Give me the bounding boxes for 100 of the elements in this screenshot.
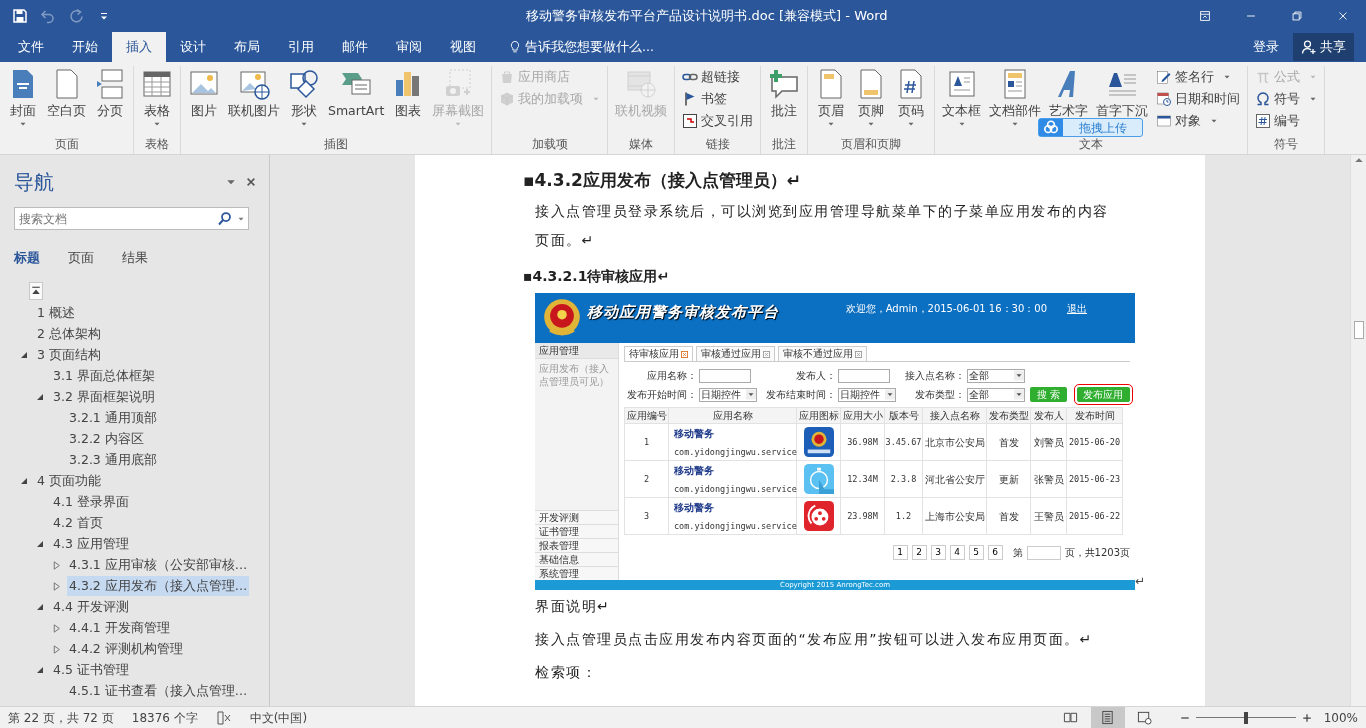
ribbon-button[interactable]: 签名行 (1152, 66, 1245, 88)
ribbon-tab[interactable]: 视图 (436, 32, 490, 62)
heading-item[interactable]: 3.2 界面框架说明 (51, 387, 238, 407)
ribbon-button[interactable]: 对象 (1152, 110, 1245, 132)
ribbon-button[interactable]: 文本框 (938, 66, 986, 128)
view-button[interactable] (1090, 707, 1125, 728)
ribbon-button[interactable]: 空白页 (43, 66, 90, 120)
ribbon-tab[interactable]: 插入 (112, 32, 166, 62)
collapsed-arrow-icon[interactable] (52, 644, 61, 654)
ribbon-tab[interactable]: 文件 (4, 32, 58, 62)
slider-thumb[interactable] (1243, 711, 1248, 724)
restore-icon[interactable] (1290, 9, 1304, 23)
ribbon-button[interactable]: 形状 (284, 66, 324, 128)
close-icon[interactable] (245, 176, 257, 188)
expanded-arrow-icon[interactable] (36, 603, 44, 611)
ribbon-button[interactable]: 封面 (3, 66, 43, 128)
ribbon-button[interactable]: 联机图片 (224, 66, 284, 120)
page-button[interactable]: 5 (968, 545, 984, 560)
zoom-in-icon[interactable] (1301, 712, 1312, 723)
select-field[interactable]: 全部 (966, 368, 1025, 383)
ribbon-button[interactable]: 交叉引用 (678, 110, 758, 132)
save-icon[interactable] (12, 8, 28, 24)
ribbon-button[interactable]: 符号 (1251, 88, 1322, 110)
tab[interactable]: 待审核应用 (624, 346, 693, 361)
collapse-all-button[interactable] (29, 281, 43, 300)
menu-item[interactable]: 开发评测 (535, 510, 618, 524)
tab[interactable]: 审核不通过应用 (778, 346, 867, 361)
sign-in-link[interactable]: 登录 (1239, 32, 1293, 62)
menu-item[interactable]: 基础信息 (535, 552, 618, 566)
page-input[interactable] (1026, 545, 1061, 560)
text-input[interactable] (838, 368, 891, 383)
heading-item[interactable]: 3.2.3 通用底部 (67, 450, 238, 470)
select-field[interactable]: 全部 (966, 387, 1025, 402)
ribbon-button[interactable]: 编号 (1251, 110, 1322, 132)
menu-item[interactable]: 报表管理 (535, 538, 618, 552)
menu-item[interactable]: 系统管理 (535, 566, 618, 580)
select-field[interactable]: 日期控件 (699, 387, 758, 402)
share-button[interactable]: 共享 (1293, 33, 1354, 61)
heading-item[interactable]: 3.1 界面总体框架 (51, 366, 238, 386)
expanded-arrow-icon[interactable] (20, 477, 28, 485)
collapsed-arrow-icon[interactable] (52, 560, 61, 570)
heading-item[interactable]: 4.3.2 应用发布（接入点管理… (67, 576, 250, 596)
zoom-level[interactable]: 100% (1323, 708, 1358, 727)
ribbon-button[interactable]: 日期和时间 (1152, 88, 1245, 110)
ribbon-button[interactable]: 首字下沉 (1092, 66, 1153, 120)
collapsed-arrow-icon[interactable] (52, 623, 61, 633)
upload-toast[interactable]: 拖拽上传 (1038, 118, 1143, 137)
expanded-arrow-icon[interactable] (36, 393, 44, 401)
heading-item[interactable]: 2 总体架构 (35, 324, 238, 344)
scrollbar[interactable] (1350, 155, 1366, 706)
tell-me-field[interactable]: 告诉我您想要做什么... (502, 36, 660, 58)
heading-item[interactable]: 4.3 应用管理 (51, 534, 238, 554)
pane-tab[interactable]: 结果 (108, 248, 162, 268)
page-button[interactable]: 2 (911, 545, 927, 560)
pane-tab[interactable]: 页面 (54, 248, 108, 268)
heading-item[interactable]: 4.5 证书管理 (51, 660, 238, 680)
heading-item[interactable]: 3.2.1 通用顶部 (67, 408, 238, 428)
ribbon-tab[interactable]: 布局 (220, 32, 274, 62)
expanded-arrow-icon[interactable] (20, 351, 28, 359)
heading-item[interactable]: 4.4 开发评测 (51, 597, 238, 617)
heading-item[interactable]: 4.4.1 开发商管理 (67, 618, 238, 638)
page-button[interactable]: 1 (892, 545, 908, 560)
ribbon-button[interactable]: 图表 (388, 66, 429, 120)
ribbon-button[interactable]: 超链接 (678, 66, 758, 88)
ribbon-button[interactable]: 图片 (184, 66, 224, 120)
search-icon[interactable] (217, 211, 233, 227)
ribbon-tab[interactable]: 开始 (58, 32, 112, 62)
ribbon-tab[interactable]: 审阅 (382, 32, 436, 62)
logout-link[interactable]: 退出 (1067, 301, 1087, 316)
heading-item[interactable]: 3.2.2 内容区 (67, 429, 238, 449)
pane-tab[interactable]: 标题 (0, 248, 54, 268)
ribbon-button[interactable]: 分页 (90, 66, 130, 120)
heading-item[interactable]: 4.4.2 评测机构管理 (67, 639, 238, 659)
heading-item[interactable]: 1 概述 (35, 303, 238, 323)
heading-item[interactable]: 3 页面结构 (35, 345, 238, 365)
ribbon-display-icon[interactable] (1198, 9, 1212, 23)
expanded-arrow-icon[interactable] (36, 666, 44, 674)
ribbon-tab[interactable]: 邮件 (328, 32, 382, 62)
ribbon-button[interactable]: 书签 (678, 88, 758, 110)
ribbon-button[interactable]: 艺术字 (1045, 66, 1093, 120)
proofing-icon[interactable] (215, 709, 232, 726)
heading-item[interactable]: 4 页面功能 (35, 471, 238, 491)
heading-item[interactable]: 4.5.1 证书查看（接入点管理… (67, 681, 250, 701)
ribbon-tab[interactable]: 引用 (274, 32, 328, 62)
page-button[interactable]: 6 (987, 545, 1003, 560)
page-button[interactable]: 3 (930, 545, 946, 560)
heading-item[interactable]: 4.2 首页 (51, 513, 238, 533)
menu-header[interactable]: 应用管理 (535, 343, 618, 359)
expanded-arrow-icon[interactable] (36, 540, 44, 548)
ribbon-button[interactable]: 页脚 (851, 66, 892, 128)
ribbon-button[interactable]: 页码 (891, 66, 932, 128)
select-field[interactable]: 日期控件 (838, 387, 897, 402)
menu-item[interactable]: 证书管理 (535, 524, 618, 538)
heading-item[interactable]: 4.3.1 应用审核（公安部审核… (67, 555, 250, 575)
text-input[interactable] (699, 368, 752, 383)
ribbon-button[interactable]: SmartArt (324, 66, 389, 120)
heading-item[interactable]: 4.1 登录界面 (51, 492, 238, 512)
ribbon-button[interactable]: 页眉 (811, 66, 852, 128)
ribbon-button[interactable]: 表格 (137, 66, 177, 128)
collapsed-arrow-icon[interactable] (52, 581, 61, 591)
